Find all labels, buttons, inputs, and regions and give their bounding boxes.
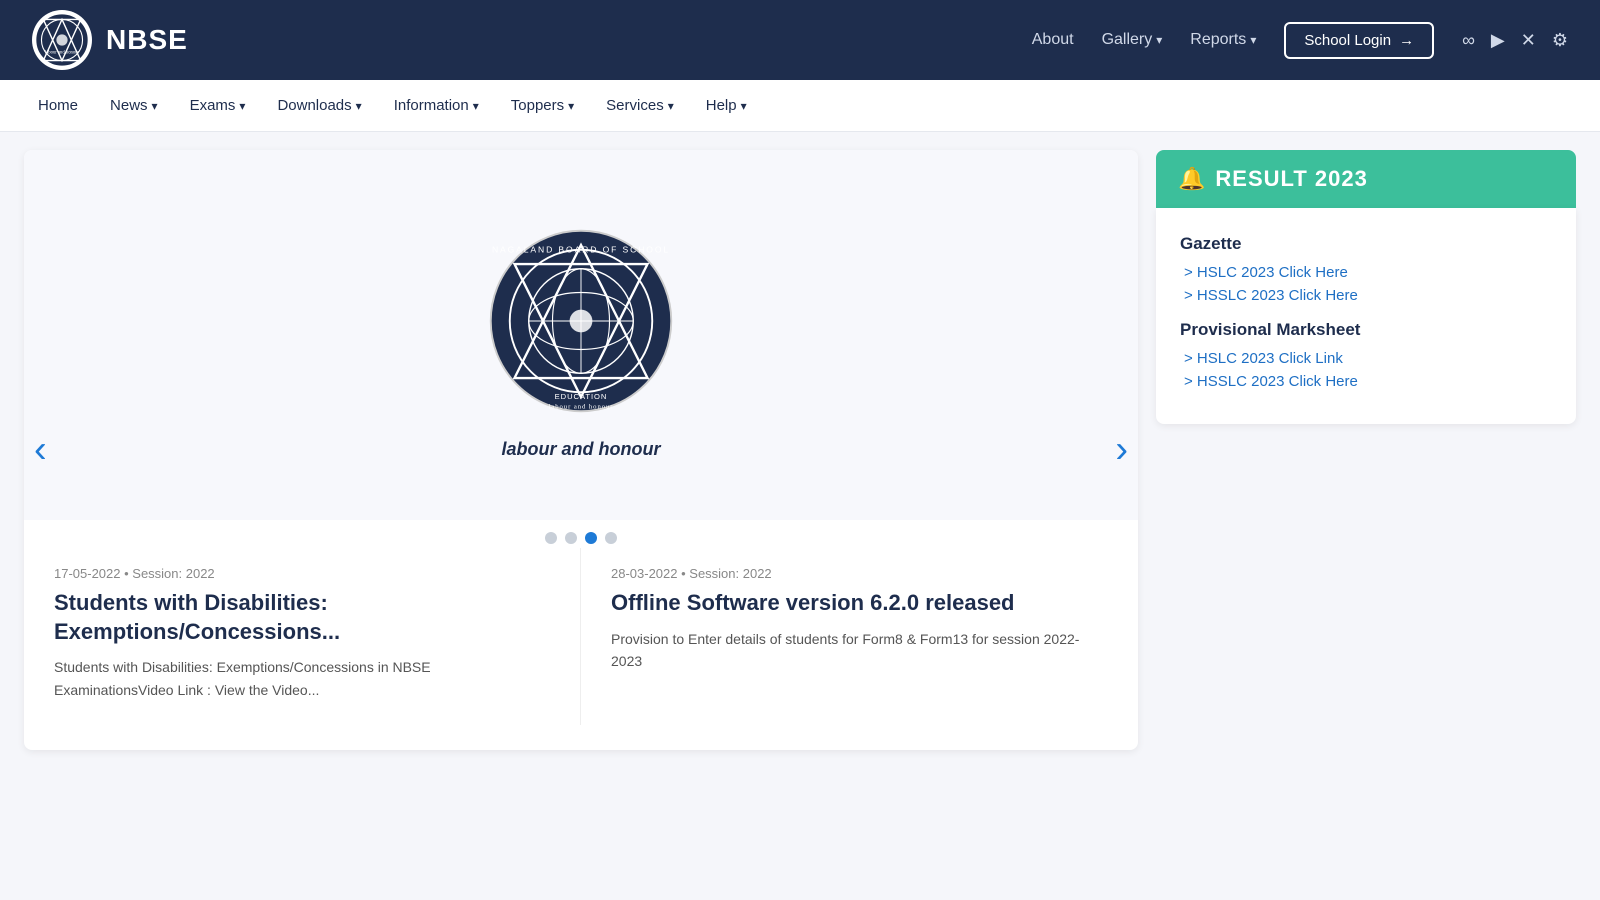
hslc-gazette-link[interactable]: > HSLC 2023 Click Here bbox=[1180, 264, 1552, 281]
slide-1-date: 17-05-2022 • Session: 2022 bbox=[54, 566, 550, 581]
youtube-icon[interactable]: ▶ bbox=[1491, 30, 1505, 51]
slide-1-title: Students with Disabilities: Exemptions/C… bbox=[54, 589, 550, 646]
slide-dot-4[interactable] bbox=[605, 532, 617, 544]
nav-exams[interactable]: Exams bbox=[176, 91, 260, 120]
nav-services[interactable]: Services bbox=[592, 91, 688, 120]
hsslc-gazette-link[interactable]: > HSSLC 2023 Click Here bbox=[1180, 287, 1552, 304]
reports-link[interactable]: Reports bbox=[1190, 31, 1256, 49]
slide-2-title: Offline Software version 6.2.0 released bbox=[611, 589, 1108, 618]
svg-text:EDUCATION: EDUCATION bbox=[555, 391, 608, 400]
slides-visual-container: NAGALAND BOARD OF SCHOOL EDUCATION labou… bbox=[24, 150, 1138, 520]
slide-2-desc: Provision to Enter details of students f… bbox=[611, 628, 1108, 673]
result-title: RESULT 2023 bbox=[1215, 166, 1367, 192]
slide-prev-button[interactable]: ‹ bbox=[34, 429, 47, 472]
result-panel: 🔔 RESULT 2023 Gazette > HSLC 2023 Click … bbox=[1156, 150, 1576, 750]
school-login-button[interactable]: School Login → bbox=[1284, 22, 1434, 59]
bell-icon: 🔔 bbox=[1178, 166, 1205, 192]
slide-card-1: 17-05-2022 • Session: 2022 Students with… bbox=[24, 548, 581, 725]
main-content: NAGALAND BOARD OF SCHOOL EDUCATION labou… bbox=[0, 132, 1600, 768]
meta-icon[interactable]: ∞ bbox=[1462, 30, 1475, 51]
slide-card-2: 28-03-2022 • Session: 2022 Offline Softw… bbox=[581, 548, 1138, 725]
top-navbar: labour and honour NBSE About Gallery Rep… bbox=[0, 0, 1600, 80]
logo-circle: labour and honour bbox=[32, 10, 92, 70]
slide-next-button[interactable]: › bbox=[1115, 429, 1128, 472]
site-name: NBSE bbox=[106, 24, 188, 56]
slide-1-motto: labour and honour bbox=[502, 439, 661, 460]
nav-news[interactable]: News bbox=[96, 91, 172, 120]
slide-info-grid: 17-05-2022 • Session: 2022 Students with… bbox=[24, 548, 1138, 725]
svg-text:labour and honour: labour and honour bbox=[549, 403, 614, 410]
nav-home[interactable]: Home bbox=[24, 91, 92, 120]
secondary-navbar: Home News Exams Downloads Information To… bbox=[0, 80, 1600, 132]
nav-help[interactable]: Help bbox=[692, 91, 761, 120]
nbse-logo-icon: labour and honour bbox=[34, 12, 90, 68]
slide-2-date: 28-03-2022 • Session: 2022 bbox=[611, 566, 1108, 581]
nbse-logo-big-icon: NAGALAND BOARD OF SCHOOL EDUCATION labou… bbox=[486, 226, 676, 416]
school-login-label: School Login bbox=[1304, 32, 1391, 49]
slide-dot-3[interactable] bbox=[585, 532, 597, 544]
top-nav-right: About Gallery Reports School Login → ∞ ▶… bbox=[1032, 22, 1568, 59]
result-header: 🔔 RESULT 2023 bbox=[1156, 150, 1576, 208]
slide-1-desc: Students with Disabilities: Exemptions/C… bbox=[54, 656, 550, 701]
slide-1-image: NAGALAND BOARD OF SCHOOL EDUCATION labou… bbox=[486, 211, 676, 431]
settings-icon[interactable]: ⚙ bbox=[1552, 30, 1568, 51]
hslc-marksheet-link[interactable]: > HSLC 2023 Click Link bbox=[1180, 350, 1552, 367]
logo-area: labour and honour NBSE bbox=[32, 10, 188, 70]
about-link[interactable]: About bbox=[1032, 31, 1074, 49]
result-content: Gazette > HSLC 2023 Click Here > HSSLC 2… bbox=[1156, 208, 1576, 424]
nav-downloads[interactable]: Downloads bbox=[263, 91, 375, 120]
twitter-icon[interactable]: ✕ bbox=[1521, 30, 1536, 51]
slide-dot-1[interactable] bbox=[545, 532, 557, 544]
nav-information[interactable]: Information bbox=[380, 91, 493, 120]
slide-dot-2[interactable] bbox=[565, 532, 577, 544]
social-icons: ∞ ▶ ✕ ⚙ bbox=[1462, 30, 1568, 51]
svg-text:NAGALAND BOARD OF SCHOOL: NAGALAND BOARD OF SCHOOL bbox=[492, 244, 670, 254]
hsslc-marksheet-link[interactable]: > HSSLC 2023 Click Here bbox=[1180, 373, 1552, 390]
nav-toppers[interactable]: Toppers bbox=[497, 91, 588, 120]
news-slider: NAGALAND BOARD OF SCHOOL EDUCATION labou… bbox=[24, 150, 1138, 750]
login-icon: → bbox=[1399, 32, 1414, 49]
svg-text:labour and honour: labour and honour bbox=[45, 50, 80, 55]
slide-dots bbox=[24, 520, 1138, 548]
slide-1: NAGALAND BOARD OF SCHOOL EDUCATION labou… bbox=[24, 150, 1138, 520]
marksheet-section-title: Provisional Marksheet bbox=[1180, 320, 1552, 340]
gazette-section-title: Gazette bbox=[1180, 234, 1552, 254]
gallery-link[interactable]: Gallery bbox=[1102, 31, 1163, 49]
